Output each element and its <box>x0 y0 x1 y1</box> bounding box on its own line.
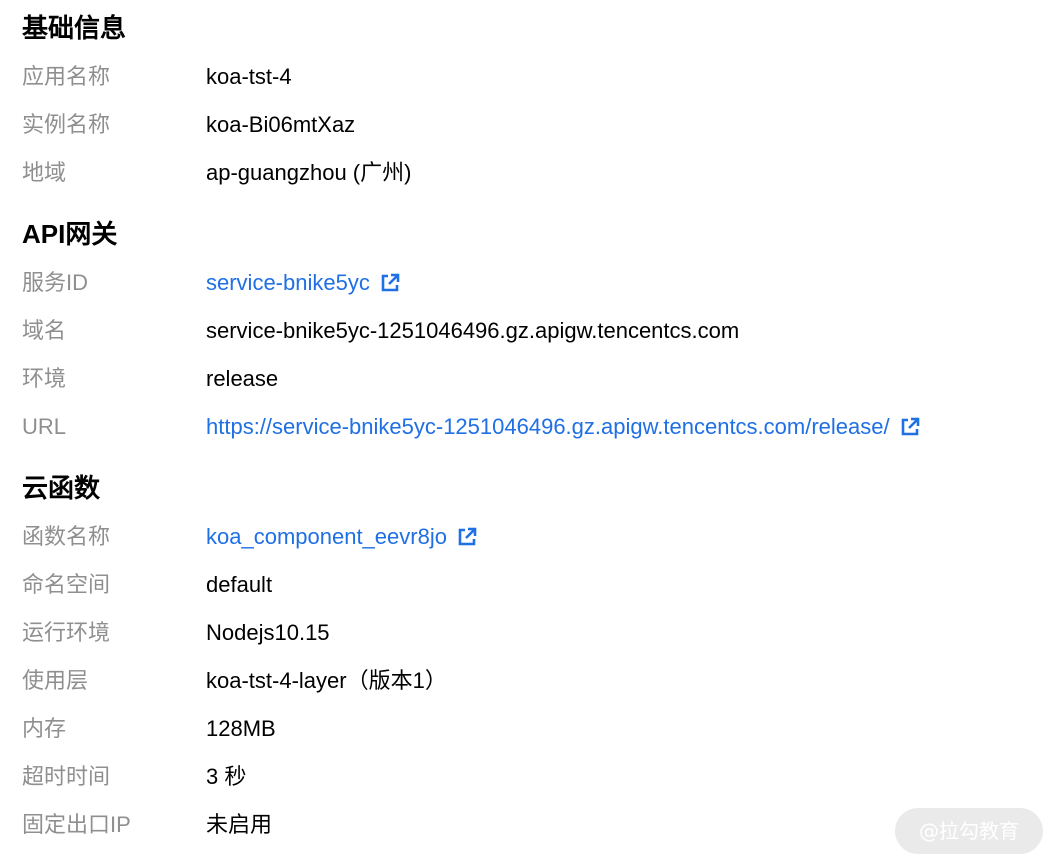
namespace-label: 命名空间 <box>22 572 111 597</box>
url-label: URL <box>22 414 67 439</box>
region-label: 地域 <box>22 160 67 185</box>
instance-name-value: koa-Bi06mtXaz <box>206 112 356 137</box>
url-link[interactable]: https://service-bnike5yc-1251046496.gz.a… <box>206 410 920 444</box>
environment-value: release <box>206 366 279 391</box>
app-name-value: koa-tst-4 <box>206 64 292 89</box>
timeout-value: 3 秒 <box>206 764 247 789</box>
domain-label: 域名 <box>22 318 67 343</box>
info-panel: 基础信息 应用名称 koa-tst-4 实例名称 koa-Bi06mtXaz 地… <box>0 0 1058 866</box>
instance-name-label: 实例名称 <box>22 112 111 137</box>
external-link-icon[interactable] <box>457 527 477 547</box>
service-id-link[interactable]: service-bnike5yc <box>206 266 400 300</box>
function-name-link-text[interactable]: koa_component_eevr8jo <box>206 520 447 554</box>
domain-value: service-bnike5yc-1251046496.gz.apigw.ten… <box>206 318 740 343</box>
runtime-label: 运行环境 <box>22 620 111 645</box>
watermark: @拉勾教育 <box>895 808 1043 854</box>
external-link-icon[interactable] <box>380 273 400 293</box>
layer-label: 使用层 <box>22 668 89 693</box>
section-title-basic-info: 基础信息 <box>22 13 127 43</box>
fixed-egress-ip-label: 固定出口IP <box>22 812 131 837</box>
function-name-label: 函数名称 <box>22 524 111 549</box>
section-title-api-gateway: API网关 <box>22 219 118 249</box>
fixed-egress-ip-value: 未启用 <box>206 812 273 837</box>
memory-label: 内存 <box>22 716 67 741</box>
service-id-link-text[interactable]: service-bnike5yc <box>206 266 370 300</box>
service-id-label: 服务ID <box>22 270 89 295</box>
region-value: ap-guangzhou (广州) <box>206 160 412 185</box>
function-name-link[interactable]: koa_component_eevr8jo <box>206 520 477 554</box>
environment-label: 环境 <box>22 366 67 391</box>
runtime-value: Nodejs10.15 <box>206 620 330 645</box>
section-title-cloud-function: 云函数 <box>22 473 101 503</box>
app-name-label: 应用名称 <box>22 64 111 89</box>
layer-value: koa-tst-4-layer（版本1） <box>206 668 447 693</box>
namespace-value: default <box>206 572 273 597</box>
external-link-icon[interactable] <box>900 417 920 437</box>
timeout-label: 超时时间 <box>22 764 111 789</box>
memory-value: 128MB <box>206 716 276 741</box>
url-link-text[interactable]: https://service-bnike5yc-1251046496.gz.a… <box>206 410 890 444</box>
